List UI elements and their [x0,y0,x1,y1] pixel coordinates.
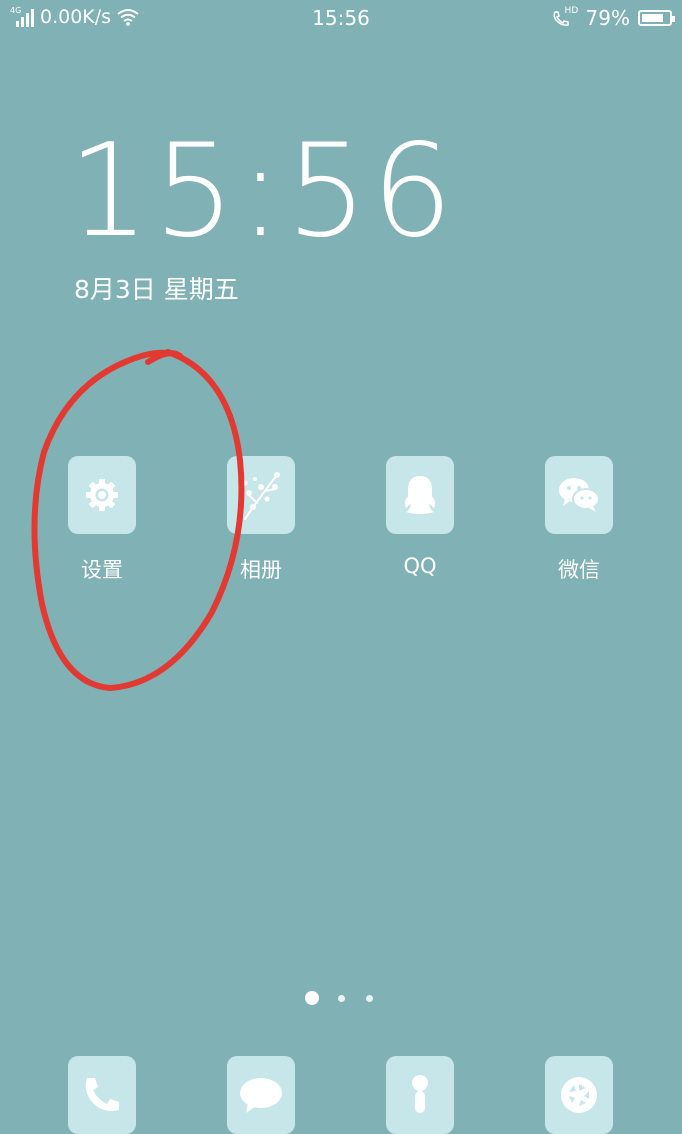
app-wechat[interactable]: 微信 [519,456,639,584]
dock-phone[interactable] [42,1056,162,1134]
phone-icon [68,1056,136,1134]
gear-icon [68,456,136,534]
dock-messages[interactable] [201,1056,321,1134]
battery-percent: 79% [585,6,630,30]
gallery-icon [227,456,295,534]
page-dot[interactable] [366,995,373,1002]
app-label: QQ [403,554,437,578]
app-label: 相册 [240,558,282,582]
hd-call-icon: HD [552,6,579,28]
status-bar: 4G 0.00K/s 15:56 HD 79% [0,0,682,36]
battery-icon [638,10,675,26]
wechat-icon [545,456,613,534]
clock-widget-date: 8月3日 星期五 [74,275,239,304]
qq-penguin-icon [386,456,454,534]
app-label: 微信 [558,558,600,582]
dock-contacts[interactable] [360,1056,480,1134]
app-qq[interactable]: QQ [360,456,480,578]
camera-icon [545,1056,613,1134]
contacts-icon [386,1056,454,1134]
hd-badge: HD [564,6,579,16]
page-dot-current[interactable] [305,991,319,1005]
dock-camera[interactable] [519,1056,639,1134]
message-icon [227,1056,295,1134]
page-dot[interactable] [338,995,345,1002]
app-settings[interactable]: 设置 [42,456,162,584]
clock-widget-time: 15:56 [68,117,457,266]
app-label: 设置 [81,558,123,582]
app-gallery[interactable]: 相册 [201,456,321,584]
